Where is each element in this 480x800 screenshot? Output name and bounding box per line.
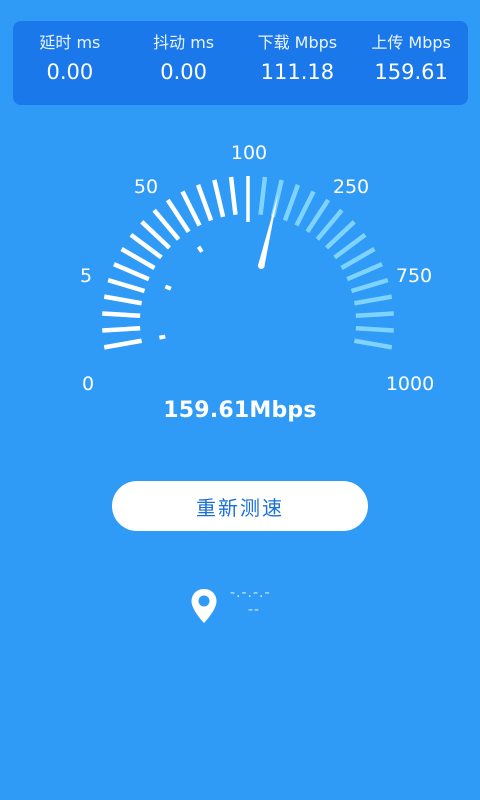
gauge-tick bbox=[340, 247, 376, 270]
speed-gauge: 0 5 50 100 250 750 1000 bbox=[0, 130, 480, 400]
location-text-line2: -- bbox=[248, 602, 261, 618]
scale-label-50: 50 bbox=[133, 176, 159, 198]
gauge-tick bbox=[103, 338, 143, 350]
gauge-minor-tick bbox=[164, 284, 172, 291]
scale-label-0: 0 bbox=[81, 373, 95, 395]
stat-label: 延时 ms bbox=[39, 33, 101, 52]
stat-value: 111.18 bbox=[260, 60, 335, 84]
gauge-tick bbox=[353, 294, 393, 306]
gauge-tick bbox=[107, 277, 146, 294]
stat-label: 抖动 ms bbox=[153, 33, 215, 52]
gauge-tick bbox=[180, 190, 202, 227]
stat-latency: 延时 ms 0.00 bbox=[13, 33, 127, 86]
stat-label: 上传 Mbps bbox=[371, 33, 451, 52]
gauge-tick bbox=[120, 247, 156, 270]
gauge-tick bbox=[353, 338, 393, 350]
gauge-tick bbox=[350, 277, 389, 294]
stat-value: 0.00 bbox=[46, 60, 94, 84]
stat-value: 0.00 bbox=[160, 60, 207, 84]
gauge-tick bbox=[212, 179, 226, 218]
gauge-tick bbox=[294, 190, 316, 227]
stat-label: 下载 Mbps bbox=[257, 33, 338, 52]
stat-upload: 上传 Mbps 159.61 bbox=[354, 33, 468, 86]
location-text-line1: -.-.-.- bbox=[230, 585, 271, 601]
scale-label-250: 250 bbox=[332, 176, 370, 198]
location-pin-icon bbox=[191, 589, 217, 623]
location-info: -.-.-.- -- bbox=[190, 585, 300, 625]
gauge-tick bbox=[113, 262, 150, 282]
stat-download: 下载 Mbps 111.18 bbox=[241, 33, 355, 86]
scale-label-750: 750 bbox=[395, 265, 433, 287]
scale-label-1000: 1000 bbox=[385, 373, 435, 395]
gauge-tick bbox=[102, 311, 141, 318]
speed-readout: 159.61Mbps bbox=[163, 398, 317, 423]
gauge-tick bbox=[103, 294, 143, 306]
gauge-tick bbox=[355, 311, 394, 318]
gauge-tick bbox=[355, 326, 394, 333]
scale-label-100: 100 bbox=[230, 142, 268, 164]
gauge-tick bbox=[102, 326, 141, 333]
gauge-tick bbox=[228, 176, 238, 215]
gauge-tick bbox=[282, 184, 301, 222]
gauge-tick bbox=[346, 262, 383, 282]
retest-button[interactable]: 重新测速 bbox=[112, 481, 368, 531]
gauge-minor-tick bbox=[196, 245, 204, 253]
stats-panel: 延时 ms 0.00 抖动 ms 0.00 下载 Mbps 111.18 上传 … bbox=[13, 21, 468, 105]
gauge-minor-tick bbox=[159, 334, 166, 340]
stat-jitter: 抖动 ms 0.00 bbox=[127, 33, 241, 86]
gauge-tick bbox=[258, 176, 268, 215]
stat-value: 159.61 bbox=[374, 60, 448, 84]
gauge-needle-base bbox=[257, 262, 265, 269]
scale-label-5: 5 bbox=[79, 265, 93, 287]
speed-test-screen: 延时 ms 0.00 抖动 ms 0.00 下载 Mbps 111.18 上传 … bbox=[0, 0, 480, 800]
gauge-tick bbox=[195, 184, 214, 222]
